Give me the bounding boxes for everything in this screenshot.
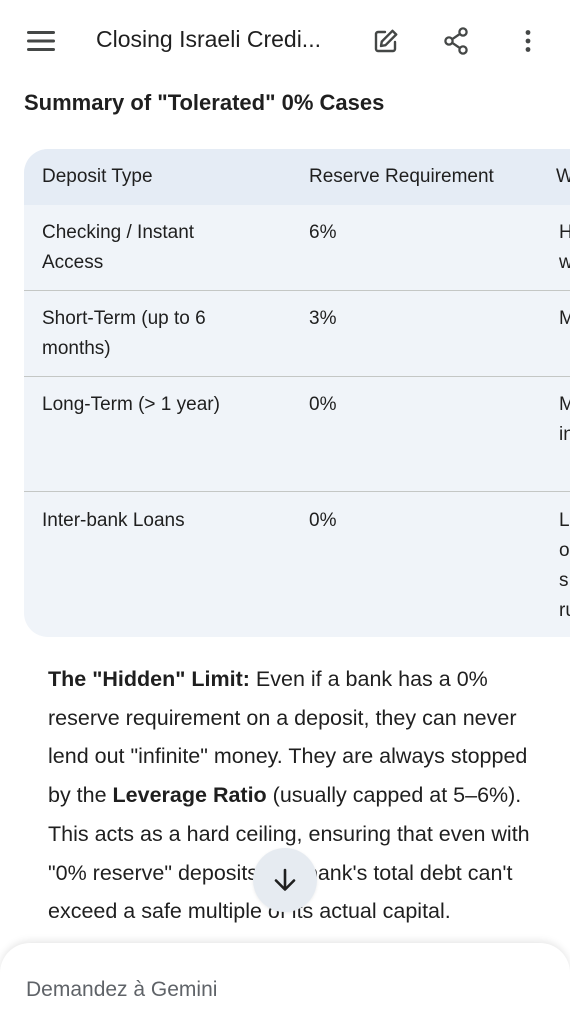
edit-icon[interactable]	[364, 19, 408, 63]
row-divider	[24, 376, 570, 377]
section-heading: Summary of "Tolerated" 0% Cases	[24, 90, 385, 115]
menu-icon[interactable]	[19, 19, 63, 63]
prompt-input[interactable]: Demandez à Gemini	[26, 978, 217, 1002]
column-header-reserve-requirement: Reserve Requirement	[309, 166, 494, 187]
table-cell-third: L	[559, 510, 570, 531]
table-cell-third: M	[559, 308, 570, 329]
arrow-down-icon	[274, 868, 296, 891]
table-cell-third: s	[559, 570, 569, 591]
reserve-table: Deposit Type Reserve Requirement W Check…	[24, 149, 570, 637]
table-cell-reserve: 3%	[309, 308, 337, 329]
column-header-deposit-type: Deposit Type	[42, 166, 153, 187]
table-cell-third: H	[559, 222, 570, 243]
table-cell-deposit-type: months)	[42, 338, 111, 359]
table-cell-third: in	[559, 424, 570, 445]
top-app-bar: Closing Israeli Credi...	[0, 0, 570, 82]
row-divider	[24, 491, 570, 492]
table-cell-reserve: 6%	[309, 222, 337, 243]
share-icon[interactable]	[434, 19, 478, 63]
table-cell-deposit-type: Checking / Instant	[42, 222, 195, 243]
row-divider	[24, 290, 570, 291]
table-cell-deposit-type: Long-Term (> 1 year)	[42, 394, 220, 415]
more-vert-icon[interactable]	[506, 19, 550, 63]
table-cell-third: ru	[559, 600, 570, 621]
table-cell-reserve: 0%	[309, 394, 337, 415]
table-cell-third: w	[559, 252, 570, 273]
table-cell-deposit-type: Access	[42, 252, 104, 273]
table-cell-deposit-type: Inter-bank Loans	[42, 510, 185, 531]
table-cell-third: o	[559, 540, 570, 561]
scroll-down-button[interactable]	[253, 848, 317, 912]
gemini-chat-screen: Closing Israeli Credi... Summary of "Tol…	[0, 0, 570, 1024]
table-cell-third: M	[559, 394, 570, 415]
paragraph-bold-lead: The "Hidden" Limit:	[48, 667, 250, 691]
table-cell-reserve: 0%	[309, 510, 337, 531]
paragraph-bold-term: Leverage Ratio	[112, 783, 267, 808]
table-cell-deposit-type: Short-Term (up to 6	[42, 308, 206, 329]
conversation-title[interactable]: Closing Israeli Credi...	[96, 26, 321, 53]
column-header-third: W	[556, 166, 570, 187]
